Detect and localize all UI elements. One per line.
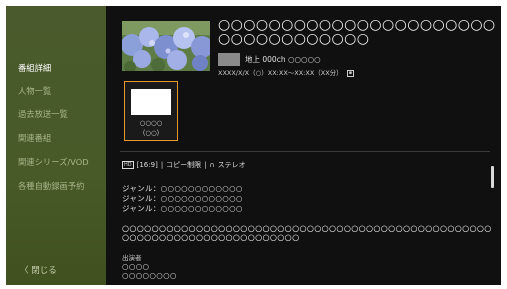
aspect-ratio: [16:9] <box>136 161 158 169</box>
data-broadcast-icon: ▪ <box>346 69 355 77</box>
audio-mode: ステレオ <box>217 161 246 169</box>
sidebar-item-past-broadcasts[interactable]: 過去放送一覧 <box>18 108 68 120</box>
hydrangea-image <box>122 21 210 71</box>
sidebar-item-related-programs[interactable]: 関連番組 <box>18 132 51 144</box>
card-subtitle: （○○） <box>138 129 164 137</box>
separator: | <box>160 161 164 169</box>
headphone-icon: ∩ <box>209 161 215 169</box>
divider <box>120 151 490 152</box>
cast-name: ○○○○ <box>122 262 150 271</box>
program-title: ○○○○○○○○○○○○○○○○○○○○○○○○○○○○○○○○○○ <box>218 17 496 47</box>
sidebar-item-program-details[interactable]: 番組詳細 <box>18 62 51 74</box>
sidebar-item-people-list[interactable]: 人物一覧 <box>18 85 51 97</box>
video-icon: HD <box>122 161 134 169</box>
program-description: ○○○○○○○○○○○○○○○○○○○○○○○○○○○○○○○○○○○○○○○○… <box>122 223 492 242</box>
tv-screen: 番組詳細 人物一覧 過去放送一覧 関連番組 関連シリーズ/VOD 各種自動録画予… <box>6 6 501 285</box>
air-time-text: XXXX/X/X（○）XX:XX〜XX:XX（XX分） <box>218 69 343 77</box>
sidebar-menu: 番組詳細 人物一覧 過去放送一覧 関連番組 関連シリーズ/VOD 各種自動録画予… <box>6 6 106 285</box>
sidebar-item-auto-record[interactable]: 各種自動録画予約 <box>18 180 84 192</box>
program-features: HD [16:9] | コピー制限 | ∩ ステレオ <box>122 160 246 170</box>
genre-line: ジャンル：○○○○○○○○○○○○ <box>122 204 243 213</box>
copy-restriction: コピー制限 <box>166 161 202 169</box>
separator: | <box>204 161 207 169</box>
program-thumbnail <box>122 21 210 71</box>
cast-label: 出演者 <box>122 254 142 262</box>
channel-logo <box>218 53 240 66</box>
channel-name: 地上 000ch ○○○○○ <box>245 55 321 64</box>
sidebar-item-related-series-vod[interactable]: 関連シリーズ/VOD <box>18 156 89 168</box>
card-title: ○○○○ <box>139 119 163 127</box>
cast-name: ○○○○○○○○ <box>122 271 177 280</box>
program-detail-panel: ○○○○○○○○○○○○○○○○○○○○○○○○○○○○○○○○○○ 地上 00… <box>106 6 501 285</box>
air-time: XXXX/X/X（○）XX:XX〜XX:XX（XX分） ▪ <box>218 67 355 77</box>
card-image <box>131 89 171 115</box>
selected-card[interactable]: ○○○○ （○○） <box>124 81 178 141</box>
close-button[interactable]: 〈 閉じる <box>20 264 57 276</box>
scrollbar[interactable] <box>491 166 494 188</box>
